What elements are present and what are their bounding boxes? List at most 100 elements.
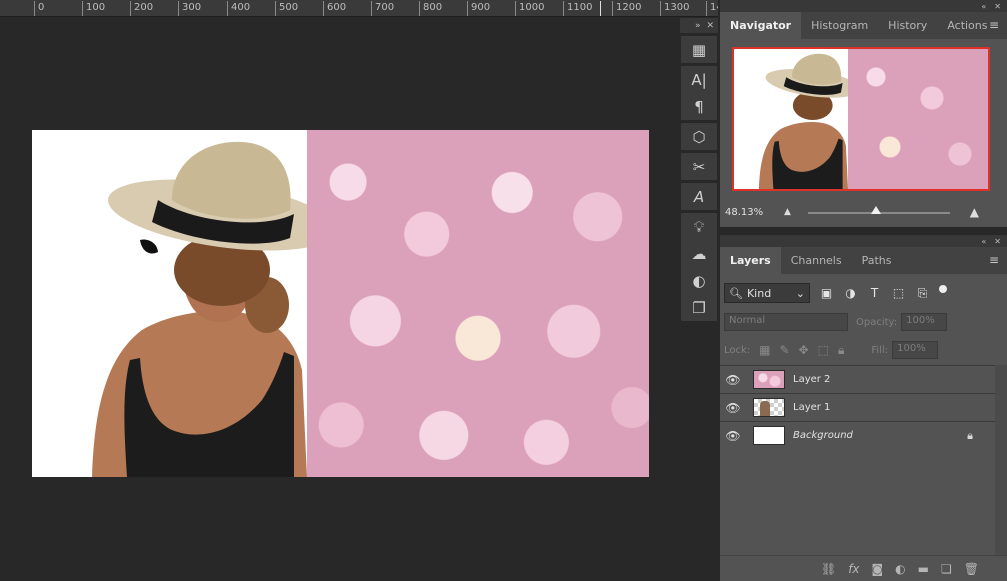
layer-row-background[interactable]: 👁︎ Background 🔒︎ xyxy=(720,421,1007,449)
ruler-tick: 1200 xyxy=(612,1,641,16)
ruler-tick: 0 xyxy=(34,1,44,16)
fill-value: 100% xyxy=(897,343,926,354)
lock-transparent-icon[interactable]: ▦ xyxy=(759,343,770,357)
chevron-down-icon: ⌄ xyxy=(795,286,805,300)
lock-all-icon[interactable]: 🔒︎ xyxy=(838,343,844,358)
navigator-dock-header: « ✕ xyxy=(720,0,1007,12)
shape-filter-icon[interactable]: ⬚ xyxy=(891,286,906,300)
collapse-icon[interactable]: « xyxy=(981,237,986,246)
character-icon[interactable]: A| xyxy=(681,66,717,93)
paragraph-icon[interactable]: ¶ xyxy=(681,93,717,120)
type-filter-icon[interactable]: T xyxy=(867,286,882,300)
new-adjustment-icon[interactable]: ◐ xyxy=(895,562,905,576)
blend-row: Normal Opacity: 100% xyxy=(724,312,1003,332)
layer-thumbnail xyxy=(753,370,785,389)
layers-panel: Layers Channels Paths ≡ 🔍︎ Kind ⌄ ▣ ◑ T … xyxy=(720,247,1007,581)
eye-icon[interactable]: 👁︎ xyxy=(720,429,746,443)
opacity-label: Opacity: xyxy=(856,316,898,328)
canvas-area[interactable] xyxy=(0,18,680,581)
document-canvas[interactable] xyxy=(32,130,649,477)
tool-presets-icon[interactable]: ✂ xyxy=(681,153,717,180)
layer-row-layer-1[interactable]: 👁︎ Layer 1 xyxy=(720,393,1007,421)
adjustment-filter-icon[interactable]: ◑ xyxy=(843,286,858,300)
navigator-tabbar: Navigator Histogram History Actions ≡ xyxy=(720,12,1007,39)
libraries-icon[interactable]: ☁ xyxy=(681,240,717,267)
ruler-tick: 600 xyxy=(323,1,346,16)
new-layer-icon[interactable]: ❏ xyxy=(941,562,952,576)
opacity-field[interactable]: 100% xyxy=(901,313,948,331)
tab-navigator[interactable]: Navigator xyxy=(720,12,802,39)
layers-footer: ⛓ fx ◙ ◐ ▬ ❏ 🗑︎ xyxy=(720,555,1007,581)
navigator-preview[interactable] xyxy=(732,47,990,191)
panel-menu-icon[interactable]: ≡ xyxy=(989,253,999,267)
lock-artboard-icon[interactable]: ⬚ xyxy=(818,343,829,357)
link-layers-icon[interactable]: ⛓ xyxy=(821,562,836,576)
lock-label: Lock: xyxy=(724,344,751,356)
ruler-tick: 100 xyxy=(82,1,105,16)
ruler-tick: 1300 xyxy=(660,1,689,16)
lock-position-icon[interactable]: ✥ xyxy=(799,343,809,357)
woman-photo xyxy=(32,130,307,477)
zoom-slider[interactable] xyxy=(808,206,950,214)
close-icon[interactable]: ✕ xyxy=(994,237,1001,246)
panel-tool-strip: » ✕ ▦ A| ¶ ⬡ ✂ A 💡︎ ☁ ◐ ❐ xyxy=(680,18,718,581)
smart-object-filter-icon[interactable]: ⎘ xyxy=(915,286,930,301)
preview-flowers xyxy=(848,49,988,189)
ruler-tick: 1100 xyxy=(563,1,592,16)
layers-tabbar: Layers Channels Paths ≡ xyxy=(720,247,1007,274)
tool-strip-header: » ✕ xyxy=(680,18,718,33)
hydrangea-photo xyxy=(307,130,649,477)
collapse-icon[interactable]: « xyxy=(981,2,986,11)
add-mask-icon[interactable]: ◙ xyxy=(872,562,884,576)
adjustments-icon[interactable]: ◐ xyxy=(681,267,717,294)
zoom-value[interactable]: 48.13% xyxy=(725,207,763,218)
eye-icon[interactable]: 👁︎ xyxy=(720,401,746,415)
layers-dock-header: « ✕ xyxy=(720,235,1007,247)
glyphs-icon[interactable]: A xyxy=(681,183,717,210)
ruler-tick: 200 xyxy=(130,1,153,16)
zoom-in-icon[interactable]: ▲ xyxy=(970,205,979,219)
layer-list: 👁︎ Layer 2 👁︎ Layer 1 👁︎ Background 🔒︎ xyxy=(720,365,1007,449)
grid-icon[interactable]: ▦ xyxy=(681,36,717,63)
lock-row: Lock: ▦ ✎ ✥ ⬚ 🔒︎ Fill: 100% xyxy=(724,340,1003,360)
filter-kind-select[interactable]: 🔍︎ Kind ⌄ xyxy=(724,283,810,303)
tab-channels[interactable]: Channels xyxy=(781,247,852,274)
close-icon[interactable]: ✕ xyxy=(994,2,1001,11)
pixel-filter-icon[interactable]: ▣ xyxy=(819,286,834,300)
lock-image-icon[interactable]: ✎ xyxy=(780,343,790,357)
zoom-out-icon[interactable]: ▲ xyxy=(784,207,791,217)
zoom-slider-thumb[interactable] xyxy=(871,206,882,214)
blend-mode-select[interactable]: Normal xyxy=(724,313,848,331)
tab-history[interactable]: History xyxy=(878,12,937,39)
fill-label: Fill: xyxy=(871,344,889,356)
layer-row-layer-2[interactable]: 👁︎ Layer 2 xyxy=(720,365,1007,393)
tab-layers[interactable]: Layers xyxy=(720,247,781,274)
preview-woman xyxy=(734,49,861,189)
ruler-tick: 900 xyxy=(467,1,490,16)
horizontal-ruler[interactable]: 0 100 200 300 400 500 600 700 800 900 10… xyxy=(0,0,718,17)
eye-icon[interactable]: 👁︎ xyxy=(720,373,746,387)
new-group-icon[interactable]: ▬ xyxy=(918,562,929,576)
panel-menu-icon[interactable]: ≡ xyxy=(989,18,999,32)
collapse-icon[interactable]: » xyxy=(695,21,701,31)
layers-scrollbar[interactable] xyxy=(995,365,1007,555)
tab-histogram[interactable]: Histogram xyxy=(801,12,878,39)
fx-icon[interactable]: fx xyxy=(848,562,859,576)
layer-name: Layer 1 xyxy=(793,402,831,413)
zoom-row: 48.13% ▲ ▲ xyxy=(720,201,1007,225)
lock-icon[interactable]: 🔒︎ xyxy=(967,429,973,443)
tab-paths[interactable]: Paths xyxy=(852,247,902,274)
ruler-cursor-marker xyxy=(600,1,601,16)
ruler-tick: 700 xyxy=(371,1,394,16)
layer-filter-row: 🔍︎ Kind ⌄ ▣ ◑ T ⬚ ⎘ xyxy=(724,282,1003,304)
close-icon[interactable]: ✕ xyxy=(706,21,714,31)
woman-illustration xyxy=(92,141,307,477)
preview-woman-illustration xyxy=(758,53,861,189)
lightbulb-icon[interactable]: 💡︎ xyxy=(681,213,717,240)
filter-toggle[interactable] xyxy=(939,285,947,293)
trash-icon[interactable]: 🗑︎ xyxy=(964,562,979,576)
3d-cube-icon[interactable]: ⬡ xyxy=(681,123,717,150)
fill-field[interactable]: 100% xyxy=(892,341,939,359)
search-icon: 🔍︎ xyxy=(729,286,743,300)
layer-comps-icon[interactable]: ❐ xyxy=(681,294,717,321)
